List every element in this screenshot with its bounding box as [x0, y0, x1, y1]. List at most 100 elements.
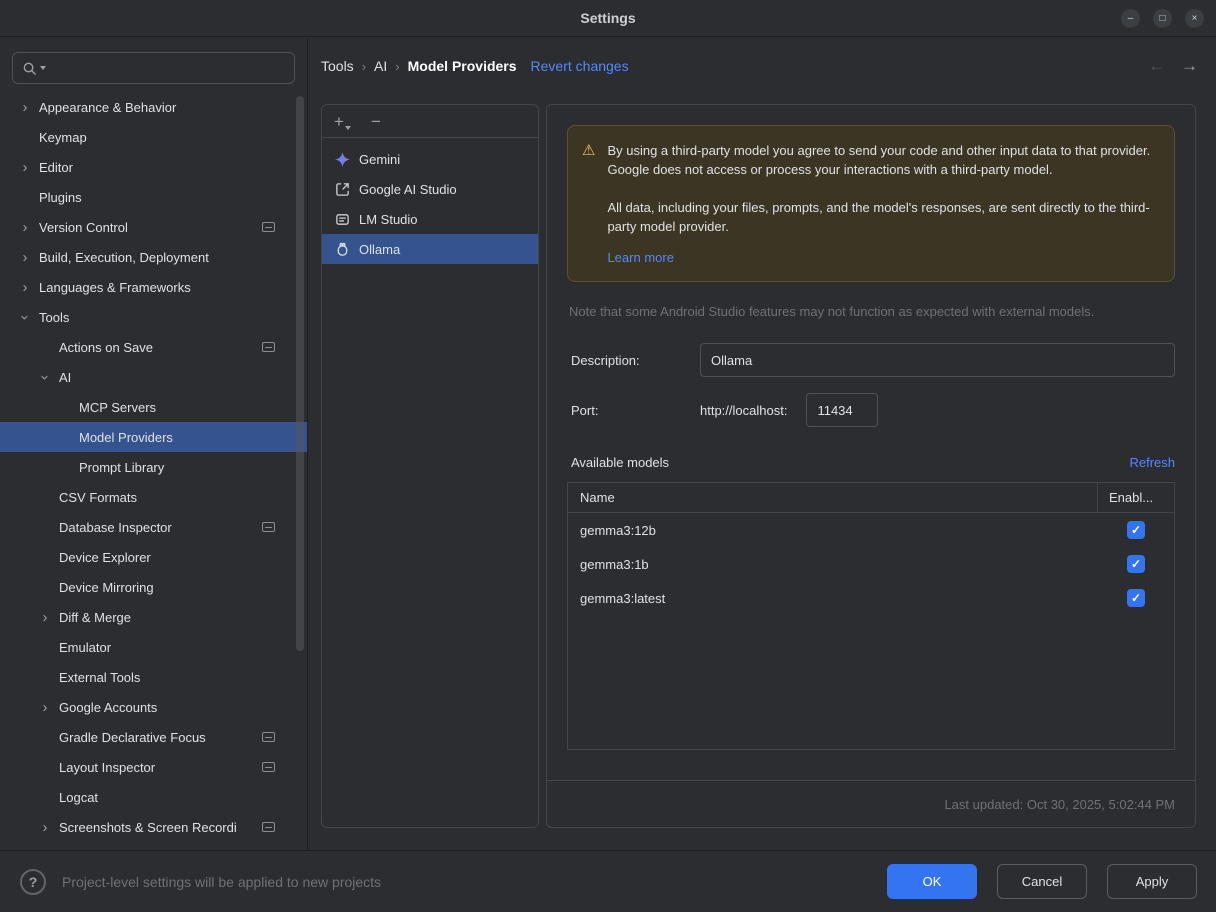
sidebar-item-gradle-declarative-focus[interactable]: Gradle Declarative Focus	[0, 722, 307, 752]
shared-settings-icon	[262, 222, 275, 232]
sidebar-item-build-execution-deployment[interactable]: ›Build, Execution, Deployment	[0, 242, 307, 272]
sidebar-item-label: Tools	[39, 310, 69, 325]
shared-settings-icon	[262, 342, 275, 352]
detail-panel-footer: Last updated: Oct 30, 2025, 5:02:44 PM	[547, 780, 1195, 827]
sidebar-item-google-accounts[interactable]: ›Google Accounts	[0, 692, 307, 722]
chevron-right-icon: ›	[16, 100, 34, 115]
models-table-header-enabled[interactable]: Enabl...	[1098, 483, 1174, 512]
chevron-down-icon: ›	[38, 368, 53, 386]
sidebar-item-diff-merge[interactable]: ›Diff & Merge	[0, 602, 307, 632]
breadcrumb-tools[interactable]: Tools	[321, 58, 354, 74]
warning-icon: ⚠	[582, 141, 595, 265]
learn-more-link[interactable]: Learn more	[607, 250, 673, 265]
window-title: Settings	[580, 10, 635, 26]
chevron-down-icon: ›	[18, 308, 33, 326]
sidebar-item-plugins[interactable]: Plugins	[0, 182, 307, 212]
sidebar-item-mcp-servers[interactable]: MCP Servers	[0, 392, 307, 422]
google-ai-studio-icon	[334, 182, 350, 197]
sidebar-item-database-inspector[interactable]: Database Inspector	[0, 512, 307, 542]
model-enabled-checkbox[interactable]: ✓	[1127, 555, 1145, 573]
remove-provider-button[interactable]: −	[371, 113, 381, 130]
minimize-button[interactable]: –	[1121, 9, 1140, 28]
chevron-right-icon: ›	[36, 820, 54, 835]
chevron-right-icon: ›	[16, 220, 34, 235]
table-row[interactable]: gemma3:12b ✓	[568, 513, 1174, 547]
chevron-right-icon: ›	[16, 280, 34, 295]
settings-content: Tools › AI › Model Providers Revert chan…	[309, 38, 1216, 850]
sidebar-item-label: Appearance & Behavior	[39, 100, 176, 115]
sidebar-item-label: Keymap	[39, 130, 87, 145]
check-icon: ✓	[1131, 557, 1141, 571]
sidebar-item-layout-inspector[interactable]: Layout Inspector	[0, 752, 307, 782]
sidebar-item-appearance-behavior[interactable]: › Appearance & Behavior	[0, 92, 307, 122]
port-input[interactable]	[806, 393, 878, 427]
shared-settings-icon	[262, 732, 275, 742]
window-controls: – □ ×	[1121, 9, 1204, 28]
sidebar-scrollbar[interactable]	[296, 96, 304, 651]
add-provider-button[interactable]: +	[334, 113, 351, 130]
sidebar-item-device-explorer[interactable]: Device Explorer	[0, 542, 307, 572]
sidebar-item-actions-on-save[interactable]: Actions on Save	[0, 332, 307, 362]
sidebar-item-tools[interactable]: › Tools	[0, 302, 307, 332]
shared-settings-icon	[262, 522, 275, 532]
sidebar-item-label: Device Explorer	[59, 550, 151, 565]
ok-button[interactable]: OK	[887, 864, 977, 899]
add-caret-icon	[345, 126, 351, 130]
provider-item-ollama[interactable]: Ollama	[322, 234, 538, 264]
provider-item-lm-studio[interactable]: LM Studio	[322, 204, 538, 234]
provider-item-google-ai-studio[interactable]: Google AI Studio	[322, 174, 538, 204]
warning-paragraph-1: By using a third-party model you agree t…	[607, 141, 1158, 179]
sidebar-item-external-tools[interactable]: External Tools	[0, 662, 307, 692]
sidebar-item-label: CSV Formats	[59, 490, 137, 505]
sidebar-item-screenshots-screen-recording[interactable]: ›Screenshots & Screen Recordi	[0, 812, 307, 842]
model-enabled-checkbox[interactable]: ✓	[1127, 521, 1145, 539]
sidebar-item-logcat[interactable]: Logcat	[0, 782, 307, 812]
sidebar-item-version-control[interactable]: ›Version Control	[0, 212, 307, 242]
back-arrow-icon[interactable]: ←	[1148, 56, 1165, 76]
sidebar-item-prompt-library[interactable]: Prompt Library	[0, 452, 307, 482]
available-models-label: Available models	[571, 455, 669, 470]
sidebar-item-label: Device Mirroring	[59, 580, 154, 595]
settings-search-box[interactable]	[12, 52, 295, 84]
search-history-caret-icon	[40, 66, 46, 70]
table-row[interactable]: gemma3:latest ✓	[568, 581, 1174, 615]
sidebar-item-emulator[interactable]: Emulator	[0, 632, 307, 662]
sidebar-item-ai[interactable]: › AI	[0, 362, 307, 392]
revert-changes-link[interactable]: Revert changes	[531, 58, 629, 74]
close-button[interactable]: ×	[1185, 9, 1204, 28]
breadcrumb-model-providers: Model Providers	[408, 58, 517, 74]
sidebar-item-label: AI	[59, 370, 71, 385]
minus-icon: −	[371, 113, 381, 130]
sidebar-item-label: Logcat	[59, 790, 98, 805]
apply-button[interactable]: Apply	[1107, 864, 1197, 899]
warning-text: By using a third-party model you agree t…	[607, 141, 1158, 265]
sidebar-item-device-mirroring[interactable]: Device Mirroring	[0, 572, 307, 602]
model-name: gemma3:latest	[568, 591, 1098, 606]
cancel-button[interactable]: Cancel	[997, 864, 1087, 899]
models-table-header-name[interactable]: Name	[568, 483, 1098, 512]
sidebar-item-model-providers[interactable]: Model Providers	[0, 422, 307, 452]
maximize-button[interactable]: □	[1153, 9, 1172, 28]
settings-search-input[interactable]	[49, 61, 285, 76]
sidebar-item-label: Languages & Frameworks	[39, 280, 191, 295]
description-input[interactable]	[700, 343, 1175, 377]
maximize-icon: □	[1159, 14, 1165, 24]
sidebar-item-languages-frameworks[interactable]: › Languages & Frameworks	[0, 272, 307, 302]
forward-arrow-icon[interactable]: →	[1181, 56, 1198, 76]
sidebar-item-label: Google Accounts	[59, 700, 157, 715]
sidebar-item-label: Diff & Merge	[59, 610, 131, 625]
help-button[interactable]: ?	[20, 869, 46, 895]
sidebar-item-editor[interactable]: ›Editor	[0, 152, 307, 182]
sidebar-item-keymap[interactable]: Keymap	[0, 122, 307, 152]
refresh-link[interactable]: Refresh	[1129, 455, 1175, 470]
model-enabled-checkbox[interactable]: ✓	[1127, 589, 1145, 607]
port-row: Port: http://localhost:	[571, 393, 1175, 427]
breadcrumb-ai[interactable]: AI	[374, 58, 387, 74]
provider-item-gemini[interactable]: Gemini	[322, 144, 538, 174]
settings-sidebar: › Appearance & Behavior Keymap ›Editor Pl…	[0, 38, 308, 850]
sidebar-item-label: Gradle Declarative Focus	[59, 730, 206, 745]
titlebar: Settings – □ ×	[0, 0, 1216, 37]
provider-label: LM Studio	[359, 212, 418, 227]
sidebar-item-csv-formats[interactable]: CSV Formats	[0, 482, 307, 512]
table-row[interactable]: gemma3:1b ✓	[568, 547, 1174, 581]
